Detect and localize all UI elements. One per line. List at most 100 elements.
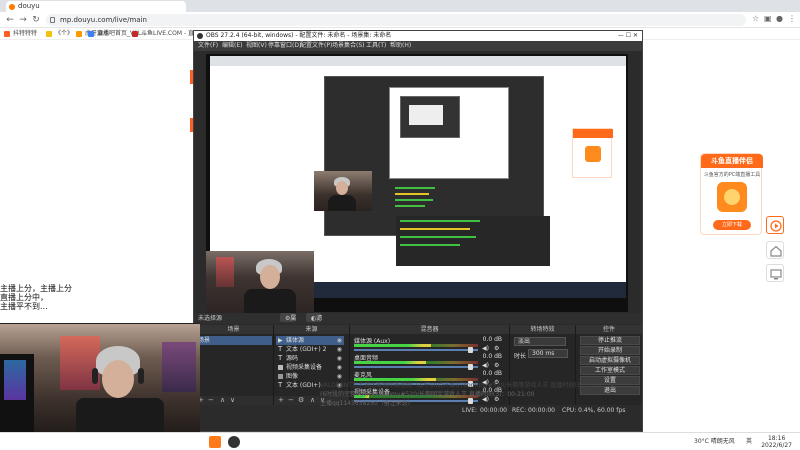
controls-dock-title: 控件	[576, 325, 642, 334]
controls-dock: 控件 停止推流 开始录制 启动虚拟摄像机 工作室模式 设置 退出	[576, 325, 642, 405]
move-up-icon[interactable]: ∧	[310, 396, 315, 405]
play-circle-icon	[770, 220, 782, 232]
extensions-icon[interactable]: ▣	[764, 14, 772, 23]
live-label: LIVE:	[462, 407, 478, 414]
menu-edit[interactable]: 编辑(E)	[222, 41, 242, 51]
properties-button[interactable]: ⚙ 属性	[280, 313, 296, 333]
volume-level	[354, 361, 426, 364]
ime-indicator[interactable]: 英	[746, 433, 752, 450]
duration-input[interactable]: 300 ms	[528, 349, 568, 358]
window-controls[interactable]: — ☐ ✕	[618, 31, 638, 41]
channel-db: 0.0 dB	[482, 370, 502, 377]
source-item[interactable]: ▶ 媒体源 ◉	[276, 336, 344, 345]
play-side-button[interactable]	[766, 216, 784, 234]
menu-help[interactable]: 帮助(H)	[390, 41, 411, 51]
remove-scene-icon[interactable]: −	[208, 396, 214, 405]
source-label: 文本 (GDI+) 2	[286, 346, 327, 353]
menu-profile[interactable]: 配置文件(P)	[300, 41, 332, 51]
eye-icon[interactable]: ◉	[337, 336, 342, 345]
transition-select[interactable]: 淡出	[514, 337, 566, 346]
reload-icon[interactable]: ↻	[30, 14, 42, 26]
address-input[interactable]: mp.douyu.com/live/main	[46, 14, 746, 26]
source-item[interactable]: 视频采集设备 ◉	[276, 363, 344, 372]
promo-download-button[interactable]: 立即下载	[713, 220, 751, 230]
eye-icon[interactable]: ◉	[337, 354, 342, 363]
stop-streaming-button[interactable]: 停止推流	[580, 336, 640, 345]
live-companion-promo[interactable]: 斗鱼直播伴侣 斗鱼官方的PC端直播工具 立即下载	[700, 153, 763, 235]
home-side-button[interactable]	[766, 241, 784, 259]
bookmark-item[interactable]: 《个》	[46, 29, 73, 39]
overlay-text: 主播上分，主播上分 直播上分中， 主播平不到...	[0, 284, 72, 311]
wall-poster	[162, 342, 196, 392]
image-icon	[278, 374, 283, 379]
menu-file[interactable]: 文件(F)	[198, 41, 218, 51]
transitions-dock-title: 转场特效	[510, 325, 575, 334]
menu-scene-collection[interactable]: 场景集合(S)	[332, 41, 365, 51]
text-icon: T	[278, 381, 283, 389]
clock-time: 18:16	[767, 435, 786, 442]
speaker-icon[interactable]: ◀)	[482, 362, 489, 369]
screen-icon	[770, 269, 782, 280]
play-icon: ▶	[278, 337, 283, 344]
stream-desc-line: 主播qq1145658250（备注来意）	[320, 400, 414, 407]
volume-meter	[354, 344, 478, 347]
move-up-icon[interactable]: ∧	[220, 396, 225, 405]
duration-label: 时长	[514, 353, 527, 360]
filters-button[interactable]: ◐ 滤镜	[306, 313, 322, 333]
menu-tools[interactable]: 工具(T)	[366, 41, 386, 51]
move-down-icon[interactable]: ∨	[230, 396, 235, 405]
add-source-icon[interactable]: +	[278, 396, 284, 405]
scenes-dock: 场景 场景 + − ∧ ∨	[194, 325, 274, 405]
volume-slider[interactable]	[354, 364, 478, 370]
source-item[interactable]: T 文本 (GDI+) 2 ◉	[276, 345, 344, 354]
eye-icon[interactable]: ◉	[337, 345, 342, 354]
mixer-dock-title: 混音器	[350, 325, 509, 334]
menu-view[interactable]: 视图(V)	[246, 41, 267, 51]
bookmark-item[interactable]: 抖特特特	[4, 29, 37, 39]
address-text: mp.douyu.com/live/main	[60, 16, 147, 24]
virtual-camera-button[interactable]: 启动虚拟摄像机	[580, 356, 640, 365]
rec-label: REC:	[512, 407, 527, 414]
weather-text[interactable]: 30°C 晴朗无风	[694, 433, 735, 450]
scene-item[interactable]: 场景	[194, 336, 272, 345]
douyu-app-icon[interactable]	[209, 436, 221, 448]
obs-logo-icon	[197, 33, 203, 39]
obs-app-icon[interactable]	[228, 436, 240, 448]
scenes-dock-footer: + − ∧ ∨	[194, 396, 273, 405]
eye-icon[interactable]: ◉	[337, 372, 342, 381]
source-label: 媒体源	[286, 337, 305, 344]
gear-icon[interactable]: ⚙	[494, 345, 501, 352]
obs-window: OBS 27.2.4 (64-bit, windows) - 配置文件: 未命名…	[193, 30, 643, 432]
bookmark-item[interactable]: 斗鱼LIVE.COM - 直...	[132, 29, 200, 39]
source-item[interactable]: 图像 ◉	[276, 372, 344, 381]
gear-icon[interactable]: ⚙	[494, 362, 501, 369]
clock[interactable]: 18:16 2022/6/27	[761, 435, 792, 449]
nested-webcam	[314, 171, 372, 211]
obs-preview[interactable]	[206, 54, 628, 317]
gear-icon[interactable]: ⚙	[298, 396, 304, 405]
douyu-logo-icon	[717, 182, 747, 212]
rec-time: 00:00:00	[528, 407, 555, 414]
no-source-label: 未选择源	[198, 315, 223, 322]
browser-tab[interactable]: douyu	[6, 1, 186, 12]
menu-docks[interactable]: 停靠窗口(D)	[268, 41, 301, 51]
screen-side-button[interactable]	[766, 264, 784, 282]
forward-icon[interactable]: →	[17, 14, 29, 26]
speaker-icon[interactable]: ◀)	[482, 345, 489, 352]
studio-mode-button[interactable]: 工作室模式	[580, 366, 640, 375]
volume-meter	[354, 361, 478, 364]
profile-icon[interactable]: ●	[776, 14, 783, 23]
start-recording-button[interactable]: 开始录制	[580, 346, 640, 355]
preview-webcam	[206, 251, 314, 317]
star-icon[interactable]: ☆	[752, 14, 759, 23]
menu-icon[interactable]: ⋮	[788, 14, 796, 23]
promo-title: 斗鱼直播伴侣	[701, 154, 763, 168]
back-icon[interactable]: ←	[4, 14, 16, 26]
eye-icon[interactable]: ◉	[337, 363, 342, 372]
promo-subtitle: 斗鱼官方的PC端直播工具	[703, 172, 761, 178]
source-item[interactable]: T 源码 ◉	[276, 354, 344, 363]
volume-slider[interactable]	[354, 347, 478, 353]
remove-source-icon[interactable]: −	[288, 396, 294, 405]
douyu-favicon-icon	[9, 4, 15, 10]
source-toolbar: 未选择源 ⚙ 属性 ◐ 滤镜	[194, 313, 642, 333]
